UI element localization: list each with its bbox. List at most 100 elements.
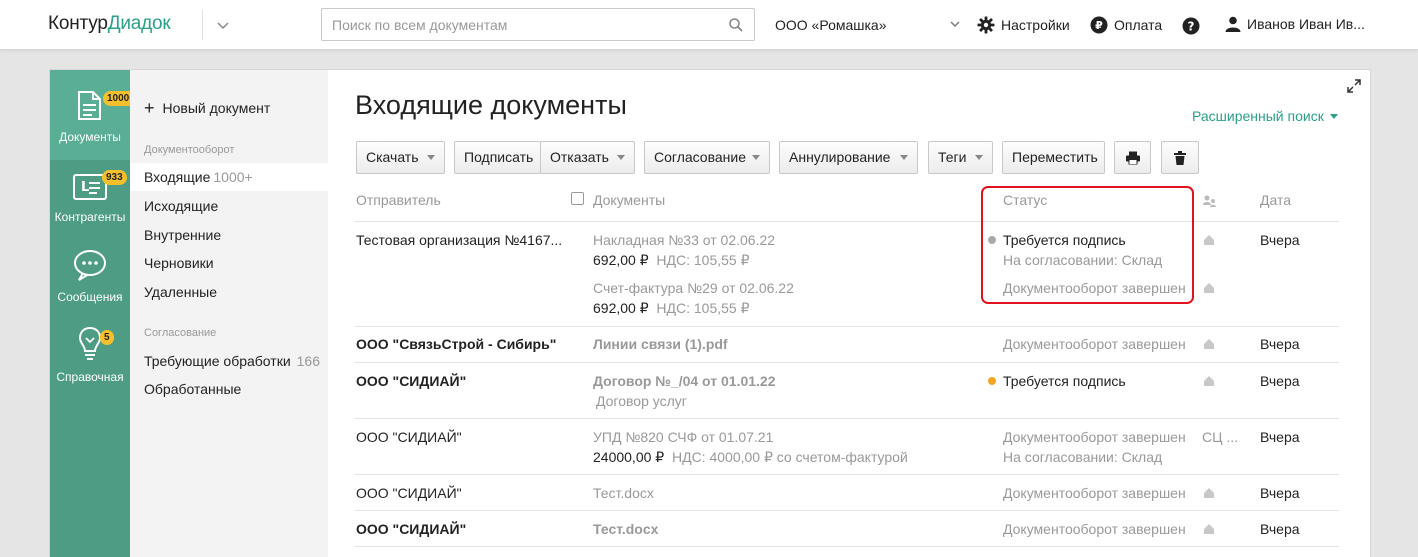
chevron-down-icon[interactable] <box>214 16 232 34</box>
sidebar-item-label: Внутренние <box>144 227 222 243</box>
caret-down-icon <box>752 155 760 160</box>
column-sender[interactable]: Отправитель <box>356 192 441 208</box>
search-box <box>321 8 755 41</box>
sidebar-item-outbox[interactable]: Исходящие <box>130 192 328 220</box>
sidebar-item-count: 166 <box>296 353 320 369</box>
chevron-down-icon[interactable] <box>948 17 962 31</box>
section-approval: Согласование <box>144 327 217 339</box>
nav-contractors-label: Контрагенты <box>54 210 126 224</box>
document-link[interactable]: Тест.docx <box>593 485 654 501</box>
caret-down-icon <box>1329 113 1338 119</box>
print-button[interactable] <box>1114 141 1151 174</box>
download-label: Скачать <box>366 149 419 165</box>
sum-value: 692,00 ₽ <box>593 252 649 268</box>
download-button[interactable]: Скачать <box>356 141 445 174</box>
sum-value: 24000,00 ₽ <box>593 449 665 465</box>
help-icon[interactable]: ? <box>1182 17 1200 35</box>
approval-label: Согласование <box>654 149 746 165</box>
expand-icon[interactable] <box>1347 79 1361 93</box>
row-sender: Тестовая организация №4167... <box>356 232 563 248</box>
signers-icon[interactable] <box>1203 195 1217 207</box>
left-nav: 1000+ Документы L 933 Контрагенты Сообще… <box>50 70 140 557</box>
advanced-search-link[interactable]: Расширенный поиск <box>1192 108 1338 124</box>
sidebar-item-label: Черновики <box>144 255 214 271</box>
row-sender: ООО "СвязьСтрой - Сибирь" <box>356 336 557 352</box>
document-link[interactable]: Линии связи (1).pdf <box>593 336 728 352</box>
nav-help-label: Справочная <box>56 370 124 384</box>
document-link[interactable]: Договор №_/04 от 01.01.22 <box>593 373 776 389</box>
caret-down-icon <box>975 155 983 160</box>
row-date: Вчера <box>1260 429 1300 445</box>
reject-button[interactable]: Отказать <box>540 141 635 174</box>
sidebar-item-drafts[interactable]: Черновики <box>130 249 328 277</box>
payment-label: Оплата <box>1114 17 1163 33</box>
search-input[interactable] <box>322 9 712 40</box>
sidebar-item-internal[interactable]: Внутренние <box>130 221 328 249</box>
divider <box>202 10 203 40</box>
annul-label: Аннулирование <box>789 149 891 165</box>
search-icon[interactable] <box>728 17 744 33</box>
svg-text:L: L <box>81 180 89 195</box>
vat-value: НДС: 105,55 ₽ <box>656 252 750 268</box>
nav-messages[interactable]: Сообщения <box>50 245 130 305</box>
select-all-checkbox[interactable] <box>571 192 584 205</box>
tags-label: Теги <box>938 149 967 165</box>
nav-documents[interactable]: 1000+ Документы <box>50 70 140 160</box>
move-button[interactable]: Переместить <box>1002 141 1105 174</box>
document-link[interactable]: Тест.docx <box>593 521 658 537</box>
document-sum: 692,00 ₽ НДС: 105,55 ₽ <box>593 300 750 317</box>
trash-icon <box>1174 150 1186 165</box>
advanced-search-label: Расширенный поиск <box>1192 108 1324 124</box>
tag-label[interactable]: СЦ ... <box>1202 429 1238 445</box>
document-icon <box>78 91 101 120</box>
new-document-button[interactable]: + Новый документ <box>144 99 270 117</box>
document-link[interactable]: УПД №820 СЧФ от 01.07.21 <box>593 429 773 445</box>
divider <box>355 326 1339 327</box>
payment-link[interactable]: ₽ Оплата <box>1090 16 1162 34</box>
row-approval-status: На согласовании: Склад <box>1003 449 1163 465</box>
caret-down-icon <box>427 155 435 160</box>
signer-icon <box>1204 488 1214 498</box>
document-link[interactable]: Накладная №33 от 02.06.22 <box>593 232 775 248</box>
column-documents[interactable]: Документы <box>593 192 665 208</box>
chat-bubble-icon <box>74 250 106 281</box>
annul-button[interactable]: Аннулирование <box>779 141 918 174</box>
printer-icon <box>1125 151 1140 164</box>
sidebar-item-needs-processing[interactable]: Требующие обработки 166 <box>130 347 328 375</box>
settings-link[interactable]: Настройки <box>977 16 1070 34</box>
organization-selector[interactable]: ООО «Ромашка» <box>775 17 887 33</box>
nav-contractors[interactable]: L 933 Контрагенты <box>50 165 130 225</box>
document-link[interactable]: Счет-фактура №29 от 02.06.22 <box>593 280 794 296</box>
sidebar-item-label: Удаленные <box>144 284 218 300</box>
row-status: Документооборот завершен <box>1003 336 1186 352</box>
document-sum: 24000,00 ₽ НДС: 4000,00 ₽ со счетом-факт… <box>593 449 908 466</box>
logo-diadok: Диадок <box>107 13 171 34</box>
column-date[interactable]: Дата <box>1260 192 1291 208</box>
sidebar-item-processed[interactable]: Обработанные <box>130 375 328 403</box>
sign-button[interactable]: Подписать <box>454 141 541 174</box>
sign-label: Подписать <box>464 149 534 165</box>
nav-help[interactable]: 5 Справочная <box>50 325 130 385</box>
divider <box>355 510 1339 511</box>
divider <box>355 474 1339 475</box>
gear-icon <box>977 16 995 34</box>
approval-button[interactable]: Согласование <box>644 141 770 174</box>
nav-documents-label: Документы <box>59 130 121 144</box>
row-sender: ООО "СИДИАЙ" <box>356 521 467 537</box>
delete-button[interactable] <box>1161 141 1199 174</box>
row-date: Вчера <box>1260 336 1300 352</box>
move-label: Переместить <box>1012 149 1098 165</box>
vat-value: НДС: 105,55 ₽ <box>656 300 750 316</box>
logo[interactable]: КонтурДиадок <box>48 13 171 35</box>
sidebar-item-inbox[interactable]: Входящие 1000+ <box>130 163 328 191</box>
page-title: Входящие документы <box>355 90 627 120</box>
tags-button[interactable]: Теги <box>928 141 993 174</box>
user-menu[interactable]: Иванов Иван Ив... <box>1225 16 1365 32</box>
caret-down-icon <box>617 155 625 160</box>
sidebar-item-deleted[interactable]: Удаленные <box>130 278 328 306</box>
user-name: Иванов Иван Ив... <box>1247 16 1365 32</box>
reject-label: Отказать <box>550 149 609 165</box>
row-status: Документооборот завершен <box>1003 429 1186 445</box>
row-status: Требуется подпись <box>1003 373 1126 389</box>
nav-messages-label: Сообщения <box>57 290 123 304</box>
